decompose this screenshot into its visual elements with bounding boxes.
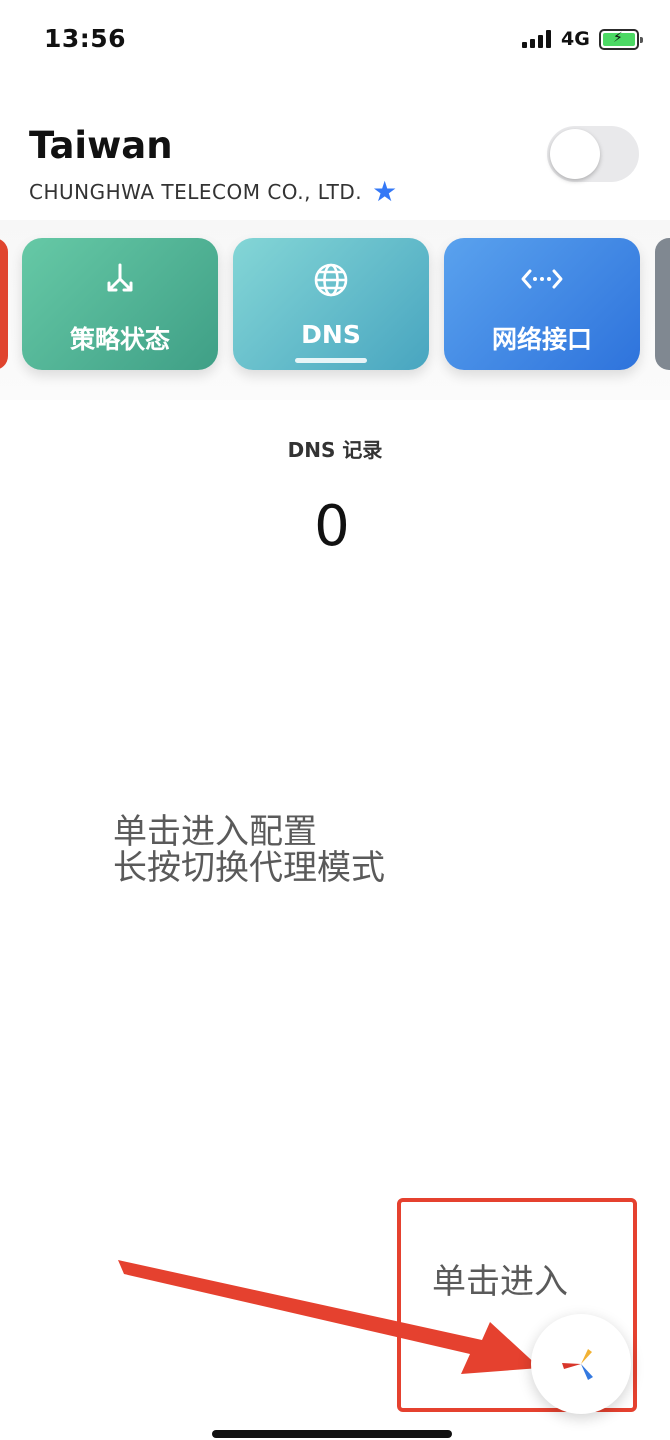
home-indicator[interactable]: [212, 1430, 452, 1438]
floating-action-button[interactable]: [531, 1314, 631, 1414]
annotation-arrow-icon: [118, 1260, 540, 1374]
pinwheel-icon: [562, 1349, 593, 1380]
